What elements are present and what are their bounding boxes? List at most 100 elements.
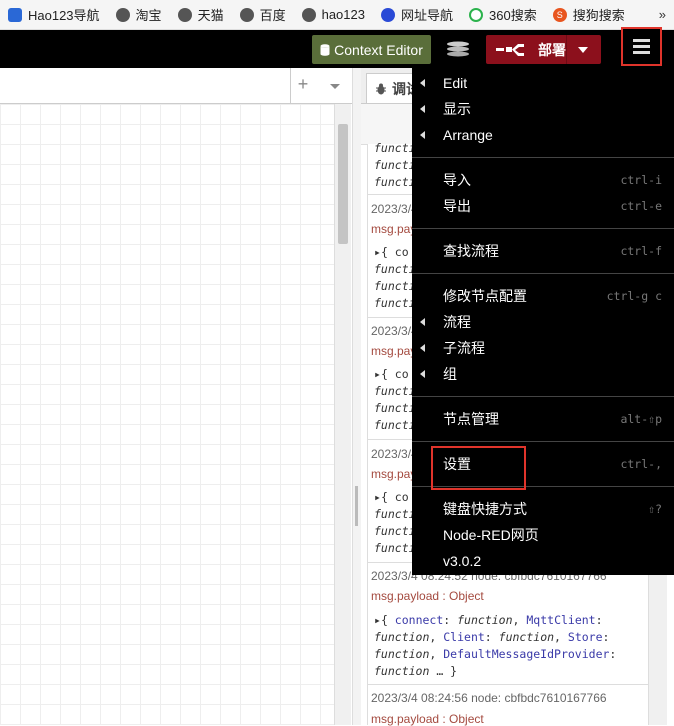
- bookmark-label: hao123: [321, 7, 365, 22]
- bookmark-url-nav[interactable]: 网址导航: [373, 0, 461, 29]
- deploy-button[interactable]: 部署: [486, 35, 601, 64]
- add-flow-icon[interactable]: +: [294, 74, 312, 94]
- menu-item-nodered-website[interactable]: Node-RED网页: [412, 522, 674, 548]
- deploy-icon: [496, 43, 524, 56]
- menu-item-import[interactable]: 导入 ctrl-i: [412, 167, 674, 193]
- splitter-grip[interactable]: [355, 486, 358, 526]
- bookmark-baidu[interactable]: 百度: [232, 0, 294, 29]
- bookmark-label: Hao123导航: [28, 8, 100, 23]
- menu-item-label: 键盘快捷方式: [443, 501, 527, 517]
- menu-item-subflows[interactable]: 子流程: [412, 335, 674, 361]
- context-editor-button[interactable]: Context Editor: [312, 35, 431, 64]
- menu-divider: [412, 273, 674, 274]
- code-key: DefaultMessageIdProvider: [443, 647, 610, 661]
- workspace: +: [0, 68, 352, 725]
- code-key: connect: [394, 613, 444, 627]
- bookmark-label: 淘宝: [135, 8, 162, 23]
- menu-divider: [412, 157, 674, 158]
- hamburger-icon-bar: [633, 51, 650, 54]
- globe-icon: [115, 7, 130, 22]
- code-text: { co: [380, 367, 409, 381]
- menu-shortcut: ctrl-g c: [606, 289, 662, 303]
- bookmark-hao123-nav[interactable]: Hao123导航: [0, 0, 108, 29]
- caret-left-icon: [420, 131, 425, 139]
- code-text: function: [457, 613, 513, 627]
- menu-item-label: 节点管理: [443, 411, 499, 427]
- menu-shortcut: ctrl-e: [620, 199, 662, 213]
- message-meta: 2023/3/4: [371, 324, 418, 338]
- caret-left-icon: [420, 318, 425, 326]
- caret-left-icon: [420, 79, 425, 87]
- menu-item-label: 显示: [443, 101, 471, 117]
- menu-item-export[interactable]: 导出 ctrl-e: [412, 193, 674, 219]
- code-text: { co: [380, 245, 409, 259]
- hamburger-icon-bar: [633, 45, 650, 48]
- menu-item-label: 导入: [443, 172, 471, 188]
- layers-icon[interactable]: [443, 37, 473, 61]
- code-text: function: [374, 630, 430, 644]
- menu-item-search-flows[interactable]: 查找流程 ctrl-f: [412, 238, 674, 264]
- paw-icon: [380, 7, 395, 22]
- code-text: {: [380, 613, 395, 627]
- message-meta: 2023/3/4: [371, 447, 418, 461]
- menu-divider: [412, 441, 674, 442]
- deploy-divider: [566, 35, 567, 64]
- menu-item-keyboard-shortcuts[interactable]: 键盘快捷方式 ⇧?: [412, 496, 674, 522]
- bookmark-taobao[interactable]: 淘宝: [108, 0, 170, 29]
- message-divider: [368, 684, 648, 685]
- menu-item-label: 子流程: [443, 340, 485, 356]
- bookmark-360-search[interactable]: 360搜索: [461, 0, 545, 29]
- code-key: Client: [443, 630, 485, 644]
- globe-icon: [301, 7, 316, 22]
- flow-tab[interactable]: [0, 68, 291, 103]
- bookmark-sogou[interactable]: S 搜狗搜索: [545, 0, 633, 29]
- flow-canvas[interactable]: [0, 104, 334, 725]
- main-menu-button[interactable]: [621, 27, 662, 66]
- message-meta: 2023/3/4 08:24:56 node: cbfbdc7610167766: [371, 691, 607, 705]
- canvas-scrollbar[interactable]: [334, 104, 351, 725]
- menu-item-view[interactable]: 显示: [412, 96, 674, 122]
- menu-divider: [412, 396, 674, 397]
- menu-shortcut: ctrl-i: [620, 173, 662, 187]
- bookmark-label: 360搜索: [489, 8, 537, 23]
- hamburger-icon: [633, 39, 650, 42]
- code-key: MqttClient: [526, 613, 596, 627]
- bookmarks-more-button[interactable]: »: [659, 0, 666, 29]
- menu-item-arrange[interactable]: Arrange: [412, 122, 674, 148]
- message-meta: 2023/3/4: [371, 202, 418, 216]
- message-topic: msg.payload : Object: [371, 589, 484, 603]
- workspace-tabs: +: [0, 68, 352, 104]
- code-text: function: [498, 630, 555, 644]
- bookmark-hao123[interactable]: hao123: [294, 0, 373, 29]
- menu-item-flows[interactable]: 流程: [412, 309, 674, 335]
- scrollbar-thumb[interactable]: [338, 124, 348, 244]
- menu-item-label: Node-RED网页: [443, 527, 539, 543]
- menu-item-manage-palette[interactable]: 节点管理 alt-⇧p: [412, 406, 674, 432]
- chevron-down-icon[interactable]: [578, 47, 588, 53]
- code-text: … }: [436, 664, 458, 678]
- bookmark-tmall[interactable]: 天猫: [170, 0, 232, 29]
- menu-shortcut: ⇧?: [648, 502, 662, 516]
- message-code: ▸{ connect: function, MqttClient: functi…: [374, 613, 617, 678]
- chevron-down-icon[interactable]: [330, 84, 340, 89]
- code-key: Store: [567, 630, 603, 644]
- menu-item-config-nodes[interactable]: 修改节点配置 ctrl-g c: [412, 283, 674, 309]
- bug-icon: [376, 83, 386, 94]
- menu-item-label: 流程: [443, 314, 471, 330]
- caret-left-icon: [420, 105, 425, 113]
- menu-item-label: 导出: [443, 198, 471, 214]
- database-icon: [320, 43, 330, 56]
- main-menu: Edit 显示 Arrange 导入 ctrl-i 导出 ctrl-e 查找流程 ct…: [412, 68, 674, 575]
- deploy-label: 部署: [538, 41, 566, 58]
- menu-item-edit[interactable]: Edit: [412, 70, 674, 96]
- menu-item-label: 修改节点配置: [443, 288, 527, 304]
- menu-shortcut: ctrl-,: [620, 457, 662, 471]
- menu-item-groups[interactable]: 组: [412, 361, 674, 387]
- globe-icon: [239, 7, 254, 22]
- bookmarks-bar: Hao123导航 淘宝 天猫 百度 hao123 网址导航 360搜索 S 搜狗搜…: [0, 0, 674, 30]
- sogou-icon: S: [552, 7, 567, 22]
- code-text: function: [374, 664, 430, 678]
- menu-item-label: 查找流程: [443, 243, 499, 259]
- menu-divider: [412, 228, 674, 229]
- bookmark-label: 网址导航: [400, 8, 453, 23]
